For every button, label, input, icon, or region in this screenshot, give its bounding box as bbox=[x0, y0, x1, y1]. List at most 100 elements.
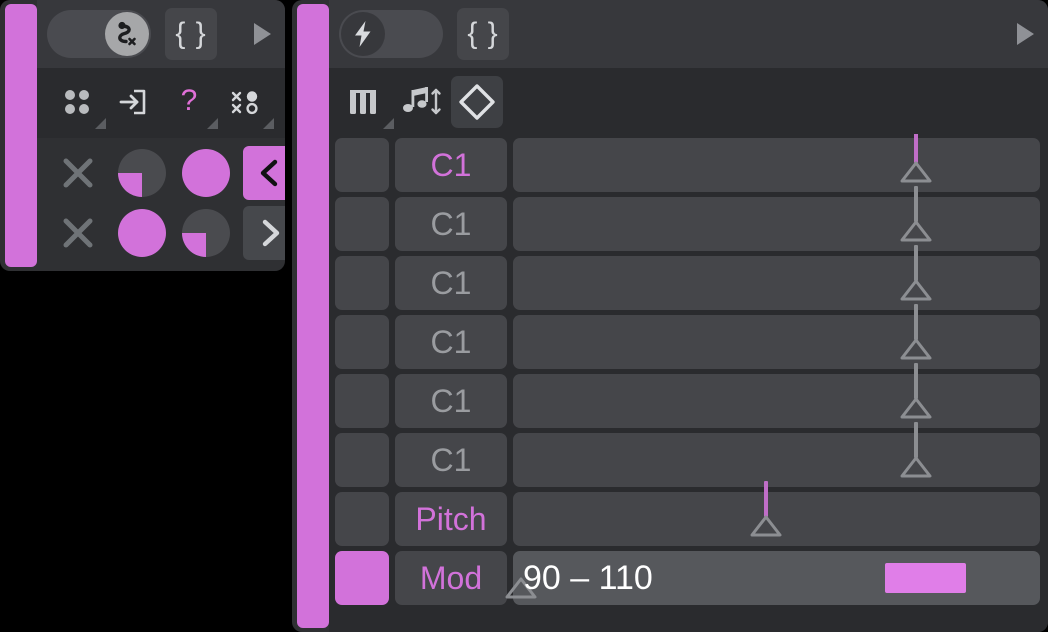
velocity-range-tool[interactable] bbox=[451, 76, 503, 128]
row-slider-track[interactable] bbox=[513, 134, 1040, 192]
randomize-tool[interactable] bbox=[219, 76, 274, 129]
slider-funnel-icon bbox=[899, 337, 933, 361]
row-slider-handle[interactable] bbox=[899, 134, 933, 193]
row-color-swatch[interactable] bbox=[335, 551, 389, 605]
left-brace-label: { } bbox=[175, 17, 207, 50]
pie-quarter-icon bbox=[118, 149, 166, 197]
row-slider-handle[interactable] bbox=[899, 186, 933, 252]
row-slider-track[interactable] bbox=[513, 186, 1040, 251]
row-label[interactable]: C1 bbox=[395, 374, 507, 428]
x-close-icon bbox=[63, 158, 93, 188]
chevron-right-icon bbox=[262, 219, 280, 247]
slider-funnel-icon bbox=[899, 455, 933, 479]
row-color-swatch[interactable] bbox=[335, 492, 389, 546]
right-topbar: { } bbox=[329, 0, 1048, 68]
app-screen: { } ? {} C1 C1 C1 C1 C1 C1 Pitch Mod 90… bbox=[0, 0, 1048, 632]
help-tool[interactable]: ? bbox=[163, 76, 218, 129]
row-slider-track[interactable] bbox=[513, 363, 1040, 428]
row-slider-handle[interactable] bbox=[749, 481, 783, 547]
prev-button[interactable] bbox=[243, 146, 285, 200]
row-slider-handle[interactable] bbox=[899, 422, 933, 488]
row-c1-4: C1 bbox=[335, 304, 1040, 369]
row-mod: Mod 90 – 110 bbox=[335, 551, 1040, 605]
left-panel-accent-strip bbox=[5, 4, 37, 267]
right-brace-label: { } bbox=[467, 17, 499, 50]
row-slider-track[interactable] bbox=[513, 245, 1040, 310]
diamond-outline-icon bbox=[459, 84, 495, 120]
left-play-button[interactable] bbox=[254, 23, 271, 45]
row-label[interactable]: C1 bbox=[395, 433, 507, 487]
left-toolbar: ? bbox=[37, 68, 285, 138]
four-dots-grid-icon bbox=[65, 90, 89, 114]
row-range-bar[interactable] bbox=[884, 563, 967, 593]
row-slider-handle[interactable] bbox=[899, 304, 933, 370]
help-tool-menu-indicator[interactable] bbox=[207, 118, 218, 129]
left-card-grid bbox=[37, 146, 285, 271]
note-transpose-tool[interactable] bbox=[395, 76, 447, 128]
row-color-swatch[interactable] bbox=[335, 197, 389, 251]
trigger-toggle[interactable] bbox=[339, 10, 443, 58]
row-label[interactable]: C1 bbox=[395, 197, 507, 251]
row-slider-track[interactable] bbox=[513, 481, 1040, 546]
card-row-1 bbox=[51, 146, 285, 200]
slider-funnel-icon bbox=[749, 514, 783, 538]
slider-funnel-icon bbox=[899, 396, 933, 420]
left-brace-button[interactable]: { } bbox=[165, 8, 217, 60]
svg-text:?: ? bbox=[181, 85, 198, 117]
x-close-icon bbox=[63, 218, 93, 248]
random-shapes-icon bbox=[231, 91, 258, 115]
slider-funnel-icon bbox=[899, 278, 933, 302]
row-color-swatch[interactable] bbox=[335, 315, 389, 369]
row-color-swatch[interactable] bbox=[335, 433, 389, 487]
route-path-x-icon bbox=[118, 21, 136, 46]
parameter-rows: C1 C1 C1 C1 C1 C1 Pitch Mod 90 – 110 bbox=[329, 134, 1048, 632]
note-transpose-icon bbox=[403, 87, 441, 115]
row-label[interactable]: Mod bbox=[395, 551, 507, 605]
row-color-swatch[interactable] bbox=[335, 138, 389, 192]
row-color-swatch[interactable] bbox=[335, 374, 389, 428]
row-label[interactable]: Pitch bbox=[395, 492, 507, 546]
pie-quarter-icon bbox=[182, 209, 230, 257]
row-label[interactable]: C1 bbox=[395, 315, 507, 369]
row-value-text: 90 – 110 bbox=[523, 559, 653, 597]
row-slider-handle[interactable] bbox=[899, 245, 933, 311]
grid-tool[interactable] bbox=[51, 76, 106, 129]
import-tool[interactable] bbox=[107, 76, 159, 128]
pie-cell-1[interactable] bbox=[115, 146, 169, 200]
right-panel: { } C1 C1 C1 C1 C1 C1 Pitch Mod 90 – 110 bbox=[292, 0, 1048, 632]
left-topbar: { } bbox=[37, 0, 285, 68]
clear-cell-1[interactable] bbox=[51, 146, 105, 200]
right-panel-body: { } C1 C1 C1 C1 C1 C1 Pitch Mod 90 – 110 bbox=[329, 0, 1048, 632]
pie-cell-2[interactable] bbox=[179, 206, 233, 260]
row-label[interactable]: C1 bbox=[395, 138, 507, 192]
circle-full-icon bbox=[182, 149, 230, 197]
route-toggle-knob bbox=[105, 12, 149, 56]
row-label[interactable]: C1 bbox=[395, 256, 507, 310]
grid-tool-menu-indicator[interactable] bbox=[95, 118, 106, 129]
slider-stem bbox=[914, 134, 919, 163]
row-c1-5: C1 bbox=[335, 363, 1040, 428]
row-slider-track[interactable] bbox=[513, 304, 1040, 369]
left-panel: { } ? bbox=[0, 0, 285, 271]
circle-cell-1[interactable] bbox=[179, 146, 233, 200]
trigger-toggle-knob bbox=[341, 12, 385, 56]
chevron-left-icon bbox=[260, 159, 278, 187]
row-slider-track[interactable]: 90 – 110 bbox=[505, 551, 1040, 605]
right-play-button[interactable] bbox=[1017, 23, 1034, 45]
row-pitch: Pitch bbox=[335, 481, 1040, 546]
randomize-tool-menu-indicator[interactable] bbox=[263, 118, 274, 129]
row-slider-track[interactable] bbox=[513, 422, 1040, 487]
circle-cell-2[interactable] bbox=[115, 206, 169, 260]
row-slider-handle[interactable] bbox=[899, 363, 933, 429]
clear-cell-2[interactable] bbox=[51, 206, 105, 260]
row-color-swatch[interactable] bbox=[335, 256, 389, 310]
next-button[interactable] bbox=[243, 206, 285, 260]
piano-keys-tool[interactable] bbox=[339, 76, 394, 129]
row-c1-3: C1 bbox=[335, 245, 1040, 310]
row-c1-1: C1 bbox=[335, 134, 1040, 192]
row-c1-6: C1 bbox=[335, 422, 1040, 487]
piano-keys-tool-menu-indicator[interactable] bbox=[383, 118, 394, 129]
route-toggle[interactable] bbox=[47, 10, 151, 58]
right-brace-button[interactable]: { } bbox=[457, 8, 509, 60]
slider-funnel-icon bbox=[899, 219, 933, 243]
